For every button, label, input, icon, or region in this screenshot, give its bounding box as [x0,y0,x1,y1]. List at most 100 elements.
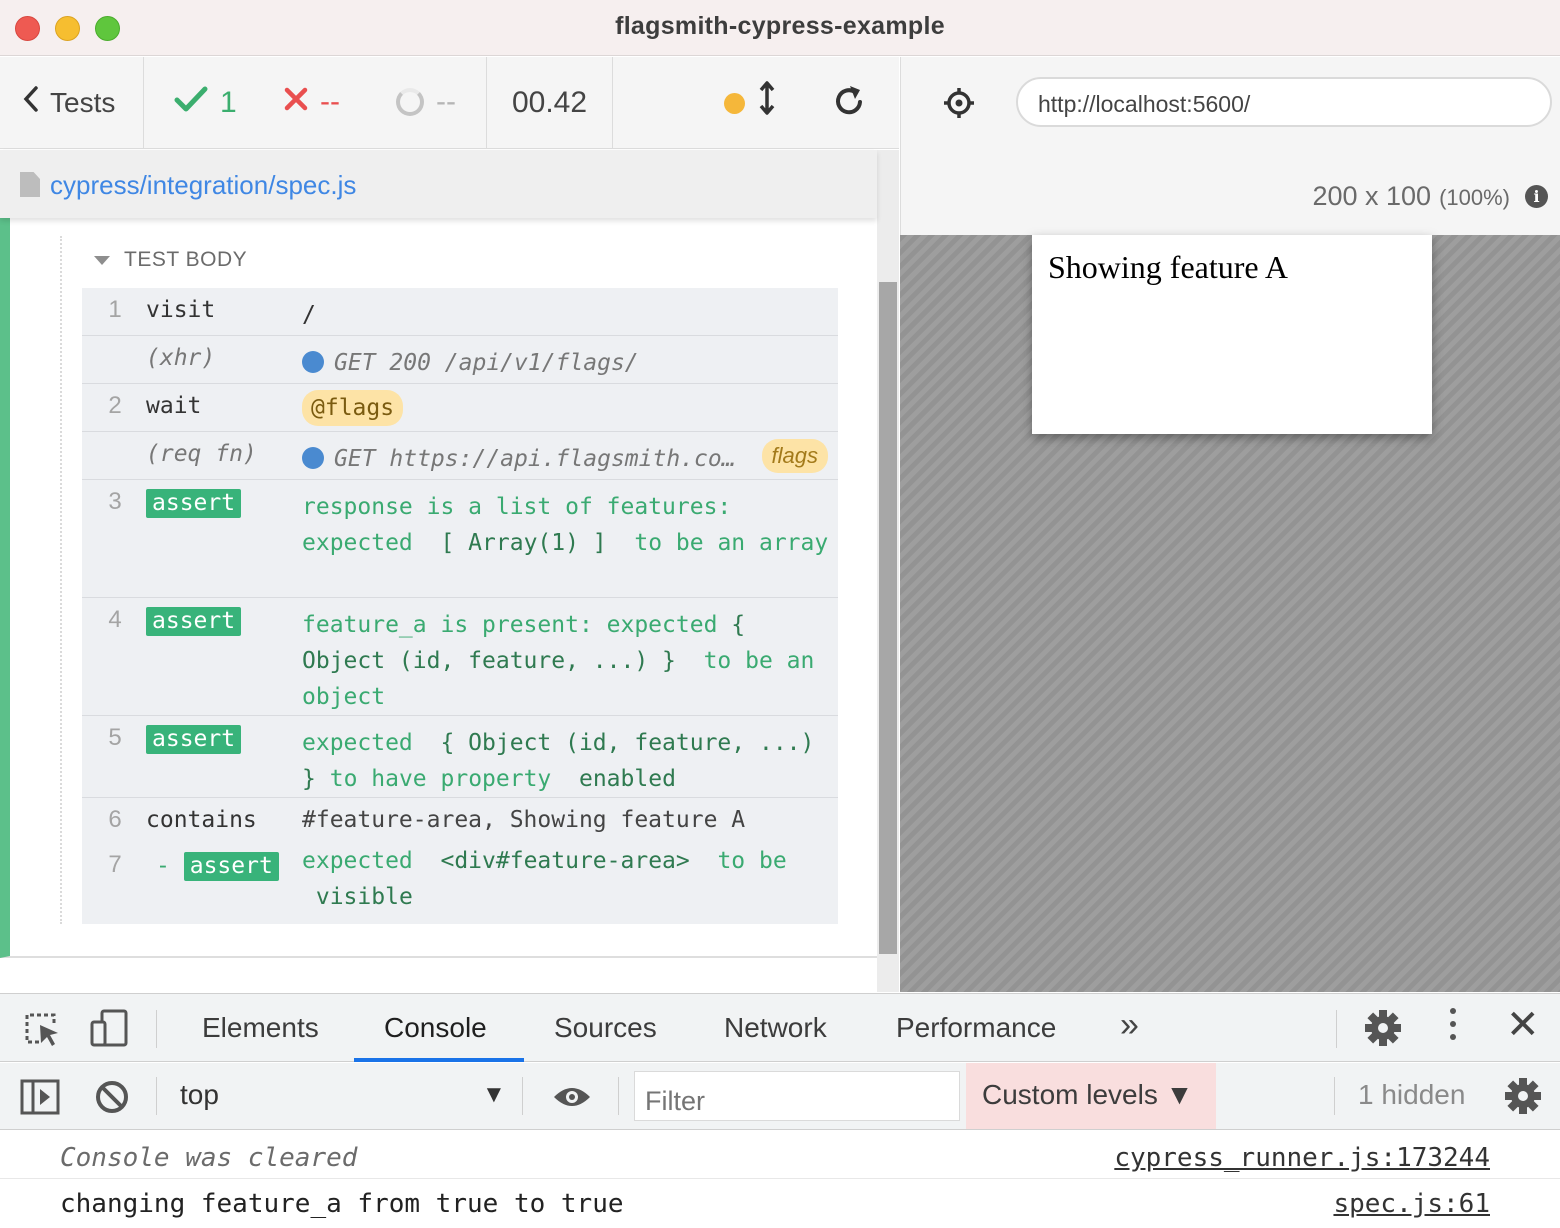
more-tabs-icon[interactable]: » [1120,1006,1139,1045]
assert-subject: <div#feature-area> [440,848,690,874]
eye-icon[interactable] [552,1085,592,1114]
chevron-left-icon [22,85,40,121]
command-row[interactable]: 2 wait @flags [82,383,838,431]
command-name: - assert [156,852,279,881]
command-row[interactable]: 1 visit / [82,288,838,335]
device-toggle-icon[interactable] [90,1008,130,1053]
divider [1334,1077,1335,1115]
assert-property: visible [315,884,413,910]
divider [1336,1010,1337,1048]
assert-text: expected [302,730,413,756]
check-icon [174,85,208,121]
command-row[interactable]: 7 - assert expected <div#feature-area> t… [82,843,838,924]
xhr-status-dot [302,351,324,373]
pending-spinner-icon [396,88,424,116]
command-message: @flags [302,390,832,426]
kebab-menu-icon[interactable] [1450,1008,1458,1047]
reporter-scrollbar-thumb[interactable] [879,282,897,954]
assert-text: expected [302,848,413,874]
command-message: GET 200 /api/v1/flags/ [302,345,832,381]
console-message: changing feature_a from true to true spe… [0,1179,1560,1225]
test-runnable: TEST BODY 1 visit / (xhr) GET 200 /api/v… [0,218,877,958]
assert-subject: [ Array(1) ] [440,530,607,556]
sort-arrows-icon[interactable] [759,81,775,123]
test-stats: 1 -- -- [144,57,487,149]
command-name: contains [146,807,257,833]
command-row[interactable]: 3 assert response is a list of features:… [82,479,838,597]
alias-badge: flags [761,439,828,473]
command-log: 1 visit / (xhr) GET 200 /api/v1/flags/ 2… [82,288,838,924]
test-body-header[interactable]: TEST BODY [94,248,247,272]
tab-performance[interactable]: Performance [896,1012,1056,1044]
tab-elements[interactable]: Elements [202,1012,319,1044]
command-number: 4 [108,606,122,633]
duration: 00.42 [487,57,613,149]
sidebar-toggle-icon[interactable] [20,1079,60,1120]
command-name: assert [146,489,242,518]
info-icon[interactable]: i [1525,185,1548,208]
command-number: 3 [108,488,122,515]
close-icon[interactable]: ✕ [1506,1002,1540,1048]
command-number: 1 [108,296,122,323]
spec-path-link[interactable]: cypress/integration/spec.js [50,170,356,201]
console-message-text: changing feature_a from true to true [60,1189,624,1219]
assert-property: enabled [578,766,676,792]
tests-back-button[interactable]: Tests [0,57,144,149]
command-row[interactable]: 6 contains #feature-area, Showing featur… [82,797,838,843]
viewport-scale: (100%) [1439,185,1510,210]
command-message: expected { Object (id, feature, ...) } t… [302,725,832,797]
command-row[interactable]: 4 assert feature_a is present: expected … [82,597,838,715]
pending-stat: -- [396,85,456,119]
command-row[interactable]: (xhr) GET 200 /api/v1/flags/ [82,335,838,383]
window-title: flagsmith-cypress-example [615,12,945,40]
console-settings-gear-icon[interactable] [1504,1077,1542,1120]
command-row[interactable]: 5 assert expected { Object (id, feature,… [82,715,838,797]
divider [522,1077,523,1115]
command-message: / [302,302,316,328]
command-name: visit [146,297,216,323]
xhr-request: GET 200 /api/v1/flags/ [334,350,639,376]
divider [156,1077,157,1115]
pending-count: -- [436,85,456,118]
nested-prefix: - [156,853,170,879]
command-number: 6 [108,806,122,833]
console-message-text: Console was cleared [60,1143,358,1173]
command-number: 5 [108,724,122,751]
tab-console[interactable]: Console [384,1012,487,1044]
assert-text: to have property [329,766,552,792]
context-select[interactable]: top [180,1079,219,1111]
assert-text: to be [717,848,787,874]
settings-gear-icon[interactable] [1364,1009,1402,1052]
aut-stage: Showing feature A [900,235,1560,992]
tab-network[interactable]: Network [724,1012,827,1044]
command-number: 2 [108,392,122,419]
reporter-controls [613,57,899,149]
aut-iframe[interactable]: Showing feature A [1032,235,1432,434]
command-name: (req fn) [146,441,257,467]
inspect-element-icon[interactable] [24,1012,62,1053]
devtools-tabbar: Elements Console Sources Network Perform… [0,993,1560,1062]
viewport-size: 200 x 100 (100%) [1312,181,1510,212]
command-message: response is a list of features: expected… [302,489,832,561]
test-body-title: TEST BODY [124,248,248,271]
command-number: 7 [108,851,122,878]
assert-text: feature_a is present: expected [302,612,718,638]
filter-input[interactable] [634,1071,960,1121]
assert-text: to be an array [634,530,829,556]
file-icon [20,172,40,197]
console-message-source-link[interactable]: cypress_runner.js:173244 [1114,1143,1490,1173]
command-row[interactable]: (req fn) GET https://api.flagsmith.co… f… [82,431,838,479]
window-titlebar: flagsmith-cypress-example [0,0,1560,56]
context-dropdown-icon[interactable]: ▼ [482,1081,506,1109]
passed-count: 1 [220,86,237,119]
command-name: (xhr) [146,345,216,371]
console-message-source-link[interactable]: spec.js:61 [1333,1189,1490,1219]
tab-sources[interactable]: Sources [554,1012,657,1044]
url-bar[interactable]: http://localhost:5600/ [1016,77,1552,127]
clear-console-icon[interactable] [94,1079,130,1120]
reload-icon[interactable] [833,83,865,122]
selector-crosshair-icon[interactable] [943,87,975,124]
command-message: feature_a is present: expected { Object … [302,607,832,715]
log-levels-dropdown[interactable]: Custom levels ▼ [966,1063,1216,1129]
viewport-dimensions: 200 x 100 [1312,181,1432,211]
